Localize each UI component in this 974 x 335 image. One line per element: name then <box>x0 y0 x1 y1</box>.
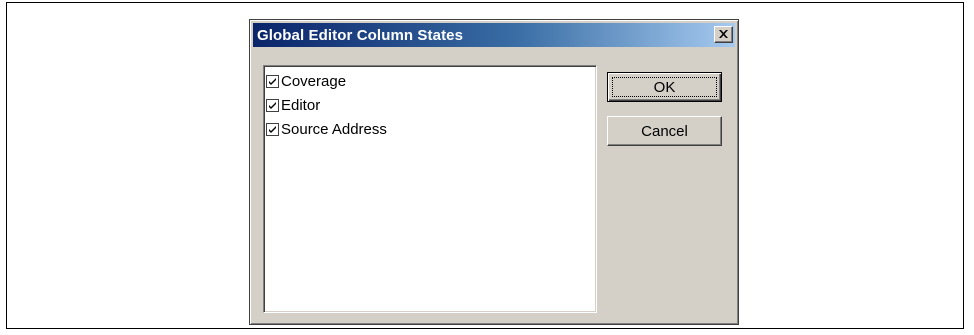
cancel-button[interactable]: Cancel <box>607 116 722 146</box>
checkmark-icon <box>269 125 276 133</box>
list-item-editor[interactable]: Editor <box>266 93 594 117</box>
coverage-label: Coverage <box>281 72 347 90</box>
dialog-title: Global Editor Column States <box>257 26 464 44</box>
source-address-label: Source Address <box>281 120 387 138</box>
coverage-checkbox[interactable] <box>266 74 279 88</box>
ok-button-label: OK <box>653 78 676 96</box>
screenshot-frame: Global Editor Column States Coverage Edi… <box>6 2 964 329</box>
checkmark-icon <box>269 101 276 109</box>
checkmark-icon <box>269 77 276 85</box>
close-button[interactable] <box>714 26 733 43</box>
editor-checkbox[interactable] <box>266 98 279 112</box>
ok-button[interactable]: OK <box>607 72 722 102</box>
list-item-coverage[interactable]: Coverage <box>266 69 594 93</box>
source-address-checkbox[interactable] <box>266 122 279 136</box>
column-state-listbox[interactable]: Coverage Editor Source Address <box>263 65 597 313</box>
cancel-button-label: Cancel <box>641 122 688 140</box>
editor-label: Editor <box>281 96 321 114</box>
list-item-source-address[interactable]: Source Address <box>266 117 594 141</box>
dialog-titlebar[interactable]: Global Editor Column States <box>253 23 735 47</box>
global-editor-column-states-dialog: Global Editor Column States Coverage Edi… <box>249 19 739 325</box>
close-x-icon <box>719 30 728 38</box>
